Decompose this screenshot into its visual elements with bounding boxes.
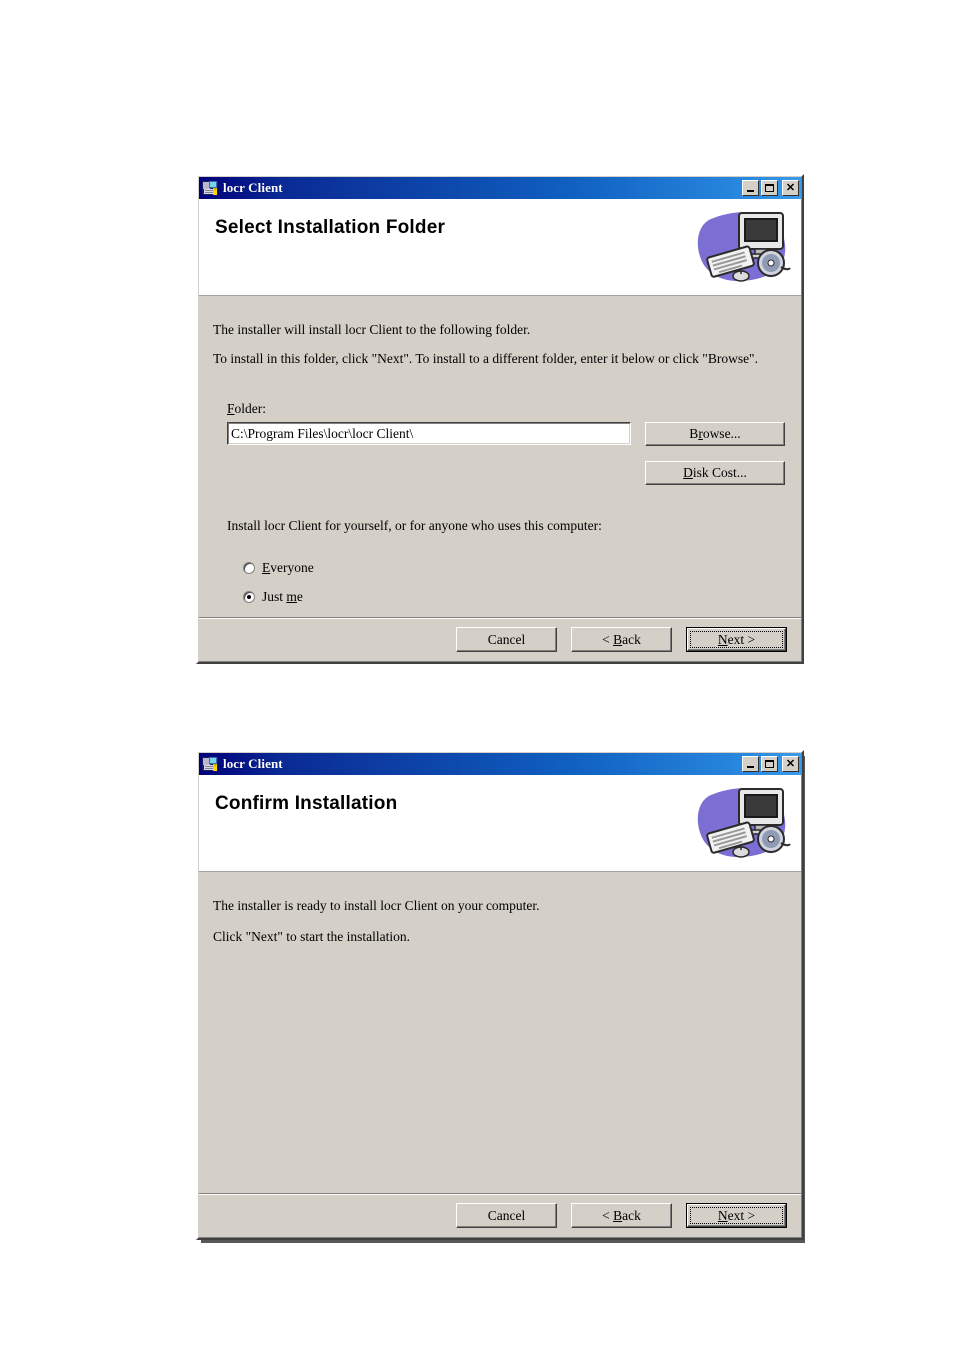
installer-window-select-folder[interactable]: locr Client ✕ Select Installation Folder [196, 174, 804, 664]
window-controls: ✕ [742, 180, 799, 196]
browse-button[interactable]: Browse... [645, 422, 785, 446]
wizard-body: The installer is ready to install locr C… [199, 872, 801, 1193]
maximize-icon[interactable] [761, 756, 778, 772]
wizard-header: Confirm Installation [199, 775, 801, 872]
wizard-header: Select Installation Folder [199, 199, 801, 296]
intro-line-1: The installer will install locr Client t… [213, 322, 531, 337]
intro-line-2: To install in this folder, click "Next".… [213, 351, 758, 366]
folder-label-rest: older: [234, 401, 267, 416]
next-label: Next > [717, 631, 756, 647]
radio-everyone-indicator[interactable] [243, 562, 255, 574]
windows-installer-icon [202, 756, 219, 772]
confirm-line-2: Click "Next" to start the installation. [213, 929, 410, 944]
window-controls: ✕ [742, 756, 799, 772]
radio-just-me-label: Just me [262, 589, 303, 604]
cancel-button[interactable]: Cancel [456, 1203, 557, 1228]
next-button-default-frame: Next > [686, 1203, 787, 1228]
radio-just-me-indicator[interactable] [243, 591, 255, 603]
computer-setup-illustration [693, 781, 793, 870]
install-scope-prompt: Install locr Client for yourself, or for… [227, 518, 602, 533]
disk-cost-button[interactable]: Disk Cost... [645, 461, 785, 485]
close-icon[interactable]: ✕ [782, 180, 799, 196]
folder-input-value: C:\Program Files\locr\locr Client\ [231, 425, 414, 441]
page-title: Select Installation Folder [215, 217, 446, 238]
installer-window-confirm[interactable]: locr Client ✕ Confirm Installation The i… [196, 750, 804, 1240]
title-bar[interactable]: locr Client ✕ [199, 177, 801, 199]
disk-cost-label: Disk Cost... [683, 465, 747, 480]
page-title: Confirm Installation [215, 793, 398, 814]
minimize-icon[interactable] [742, 180, 759, 196]
window-title: locr Client [223, 180, 283, 195]
wizard-body: The installer will install locr Client t… [199, 296, 801, 617]
wizard-footer: Cancel < Back Next > [199, 617, 801, 661]
minimize-icon[interactable] [742, 756, 759, 772]
cancel-label: Cancel [487, 631, 526, 647]
folder-label: Folder: [227, 401, 266, 417]
next-button-default-frame: Next > [686, 627, 787, 652]
windows-installer-icon [202, 180, 219, 196]
next-button[interactable]: Next > [687, 1204, 786, 1227]
back-button[interactable]: < Back [571, 1203, 672, 1228]
radio-everyone[interactable]: Everyone [243, 560, 314, 576]
computer-setup-illustration [693, 205, 793, 294]
cancel-label: Cancel [487, 1207, 526, 1223]
window-title: locr Client [223, 756, 283, 771]
radio-just-me[interactable]: Just me [243, 589, 303, 605]
back-label: < Back [602, 1207, 641, 1223]
radio-everyone-label: Everyone [262, 560, 314, 575]
browse-label: Browse... [689, 426, 741, 441]
title-bar[interactable]: locr Client ✕ [199, 753, 801, 775]
back-button[interactable]: < Back [571, 627, 672, 652]
close-icon[interactable]: ✕ [782, 756, 799, 772]
next-label: Next > [717, 1207, 756, 1223]
next-button[interactable]: Next > [687, 628, 786, 651]
confirm-line-1: The installer is ready to install locr C… [213, 898, 540, 913]
maximize-icon[interactable] [761, 180, 778, 196]
folder-input[interactable]: C:\Program Files\locr\locr Client\ [227, 422, 631, 445]
cancel-button[interactable]: Cancel [456, 627, 557, 652]
back-label: < Back [602, 631, 641, 647]
wizard-footer: Cancel < Back Next > [199, 1193, 801, 1237]
folder-label-accel: F [227, 401, 235, 416]
